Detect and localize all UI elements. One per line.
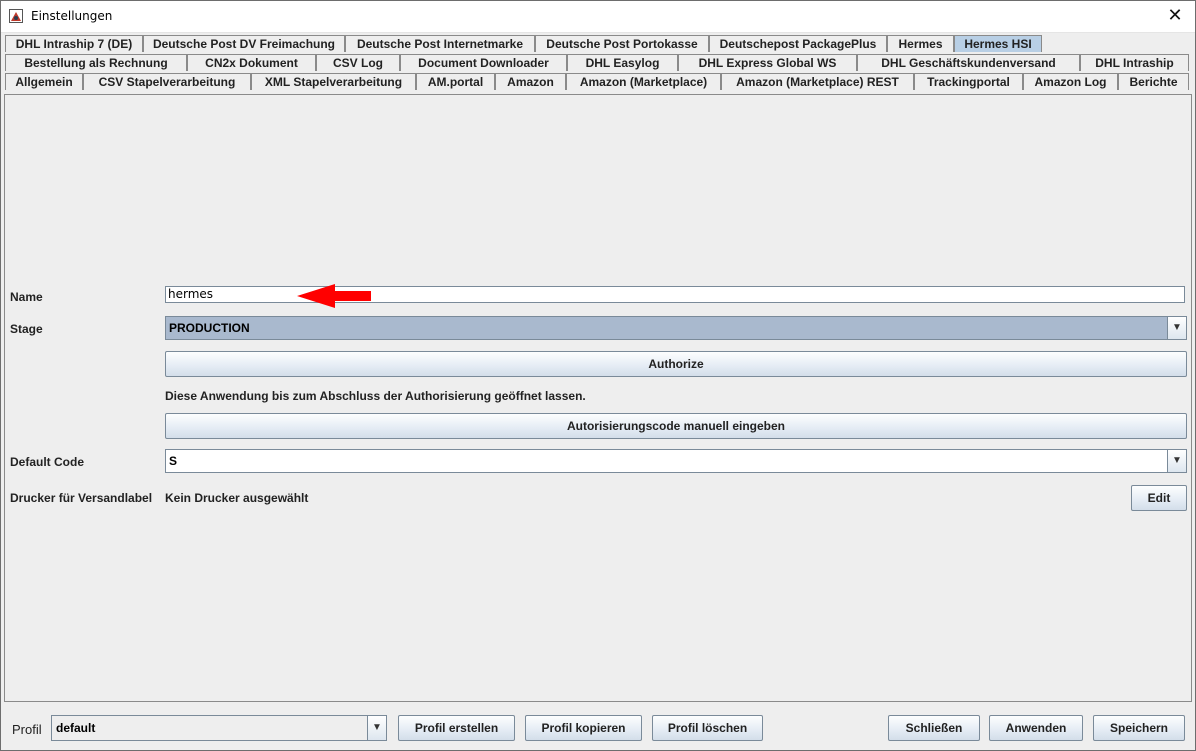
tab-allgemein[interactable]: Allgemein: [5, 73, 83, 90]
tab-csv-stapelverarbeitung[interactable]: CSV Stapelverarbeitung: [83, 73, 251, 90]
close-button[interactable]: Schließen: [888, 715, 980, 741]
tab-dhl-intraship-7-de[interactable]: DHL Intraship 7 (DE): [5, 35, 143, 52]
tab-content-panel: Name hermes Stage PRODUCTION ▼ Authorize…: [4, 94, 1192, 702]
tab-xml-stapelverarbeitung[interactable]: XML Stapelverarbeitung: [251, 73, 416, 90]
tab-dhl-easylog[interactable]: DHL Easylog: [567, 54, 678, 71]
chevron-down-icon[interactable]: ▼: [1167, 317, 1186, 339]
tab-row-3: Allgemein CSV Stapelverarbeitung XML Stape…: [1, 73, 1195, 92]
tab-deutschepost-packageplus[interactable]: Deutschepost PackagePlus: [709, 35, 887, 52]
tab-hermes-hsi[interactable]: Hermes HSI: [954, 35, 1042, 52]
default-code-value: S: [169, 454, 178, 468]
tab-hermes[interactable]: Hermes: [887, 35, 954, 52]
tab-dhl-intraship[interactable]: DHL Intraship: [1080, 54, 1189, 71]
tab-deutsche-post-portokasse[interactable]: Deutsche Post Portokasse: [535, 35, 709, 52]
tab-am-portal[interactable]: AM.portal: [416, 73, 495, 90]
authorize-button[interactable]: Authorize: [165, 351, 1187, 377]
stage-value: PRODUCTION: [169, 321, 250, 335]
tab-cn2x-dokument[interactable]: CN2x Dokument: [187, 54, 316, 71]
delete-profile-button[interactable]: Profil löschen: [652, 715, 763, 741]
tab-amazon[interactable]: Amazon: [495, 73, 566, 90]
window-title: Einstellungen: [31, 9, 113, 23]
annotation-arrow: [297, 284, 371, 308]
tab-amazon-marketplace-rest[interactable]: Amazon (Marketplace) REST: [721, 73, 914, 90]
tab-deutsche-post-dv-freimachung[interactable]: Deutsche Post DV Freimachung: [143, 35, 345, 52]
tab-deutsche-post-internetmarke[interactable]: Deutsche Post Internetmarke: [345, 35, 535, 52]
default-code-label: Default Code: [10, 455, 85, 469]
default-code-select[interactable]: S ▼: [165, 449, 1187, 473]
app-icon: [9, 9, 23, 23]
profile-select[interactable]: default ▼: [51, 715, 387, 741]
tab-csv-log[interactable]: CSV Log: [316, 54, 400, 71]
manual-code-button[interactable]: Autorisierungscode manuell eingeben: [165, 413, 1187, 439]
save-button[interactable]: Speichern: [1093, 715, 1185, 741]
tab-document-downloader[interactable]: Document Downloader: [400, 54, 567, 71]
stage-select[interactable]: PRODUCTION ▼: [165, 316, 1187, 340]
stage-label: Stage: [10, 322, 43, 336]
tab-dhl-geschäftskundenversand[interactable]: DHL Geschäftskundenversand: [857, 54, 1080, 71]
settings-window: Einstellungen ✕ DHL Intraship 7 (DE) Deut…: [0, 0, 1196, 751]
name-label: Name: [10, 290, 43, 304]
close-icon[interactable]: ✕: [1161, 3, 1189, 29]
tab-dhl-express-global-ws[interactable]: DHL Express Global WS: [678, 54, 857, 71]
title-bar: Einstellungen ✕: [1, 1, 1195, 33]
apply-button[interactable]: Anwenden: [989, 715, 1083, 741]
tab-trackingportal[interactable]: Trackingportal: [914, 73, 1023, 90]
chevron-down-icon[interactable]: ▼: [1167, 450, 1186, 472]
copy-profile-button[interactable]: Profil kopieren: [525, 715, 642, 741]
edit-printer-button[interactable]: Edit: [1131, 485, 1187, 511]
tab-row-1: DHL Intraship 7 (DE) Deutsche Post DV Fre…: [1, 35, 1195, 54]
tab-amazon-marketplace[interactable]: Amazon (Marketplace): [566, 73, 721, 90]
printer-value: Kein Drucker ausgewählt: [165, 491, 309, 505]
profile-label: Profil: [12, 722, 42, 737]
tab-berichte[interactable]: Berichte: [1118, 73, 1189, 90]
profile-value: default: [56, 721, 96, 735]
tab-amazon-log[interactable]: Amazon Log: [1023, 73, 1118, 90]
printer-label: Drucker für Versandlabel: [10, 491, 153, 505]
tab-row-2: Bestellung als Rechnung CN2x Dokument CSV …: [1, 54, 1195, 73]
chevron-down-icon[interactable]: ▼: [367, 716, 386, 740]
tab-bestellung-als-rechnung[interactable]: Bestellung als Rechnung: [5, 54, 187, 71]
create-profile-button[interactable]: Profil erstellen: [398, 715, 515, 741]
authorization-info-text: Diese Anwendung bis zum Abschluss der Au…: [165, 389, 586, 403]
